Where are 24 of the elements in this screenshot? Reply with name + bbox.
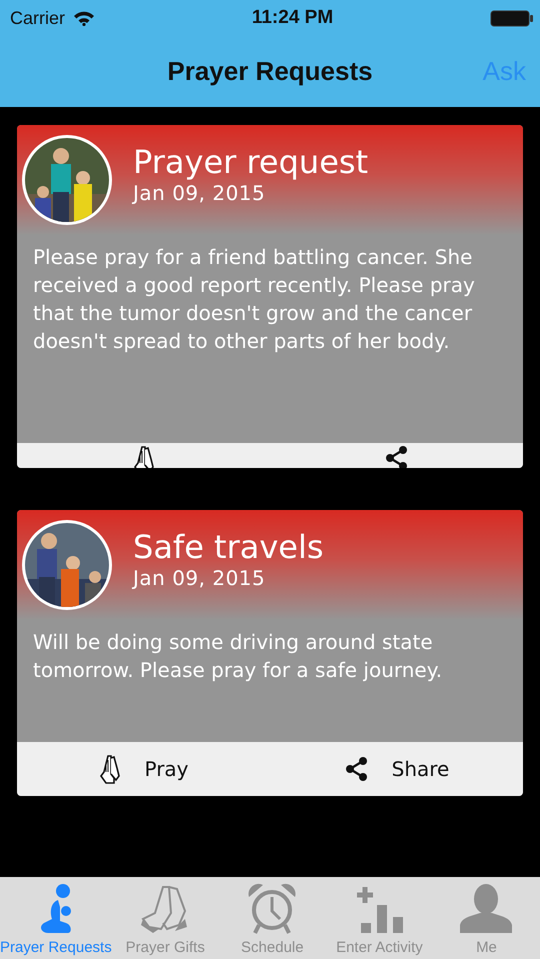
share-icon [344,756,370,782]
tab-item[interactable]: Prayer Requests [0,877,112,959]
praying-hands-icon [132,445,156,468]
tab-item[interactable]: Prayer Gifts [112,877,219,959]
share-button[interactable]: Share [270,756,523,782]
battery-icon [490,10,534,26]
request-title: Prayer request [133,143,368,181]
request-date: Jan 09, 2015 [133,181,266,205]
request-title: Safe travels [133,528,324,566]
pray-button[interactable]: Pray [17,754,270,784]
share-icon [384,445,410,468]
request-text: Will be doing some driving around state tomorrow. Please pray for a safe journey. [33,629,444,684]
tab-item[interactable]: Schedule [218,877,326,959]
person-icon [458,883,514,935]
wifi-icon [73,10,96,26]
praying-hands-icon [98,754,122,784]
request-text: Please pray for a friend battling cancer. She received a good report recently. Please pray that the tumor doesn't grow and the cancer doesn't spread to other parts of her body. [33,244,476,355]
clock-time: 11:24 PM [252,7,334,29]
carrier-name: Carrier [10,8,66,28]
tab-item[interactable]: Me [432,877,540,959]
alarm-clock-icon [247,883,298,935]
screen-title: Prayer Requests [167,56,373,87]
request-date: Jan 09, 2015 [133,566,266,590]
tab-item[interactable]: Enter Activity [326,877,433,959]
